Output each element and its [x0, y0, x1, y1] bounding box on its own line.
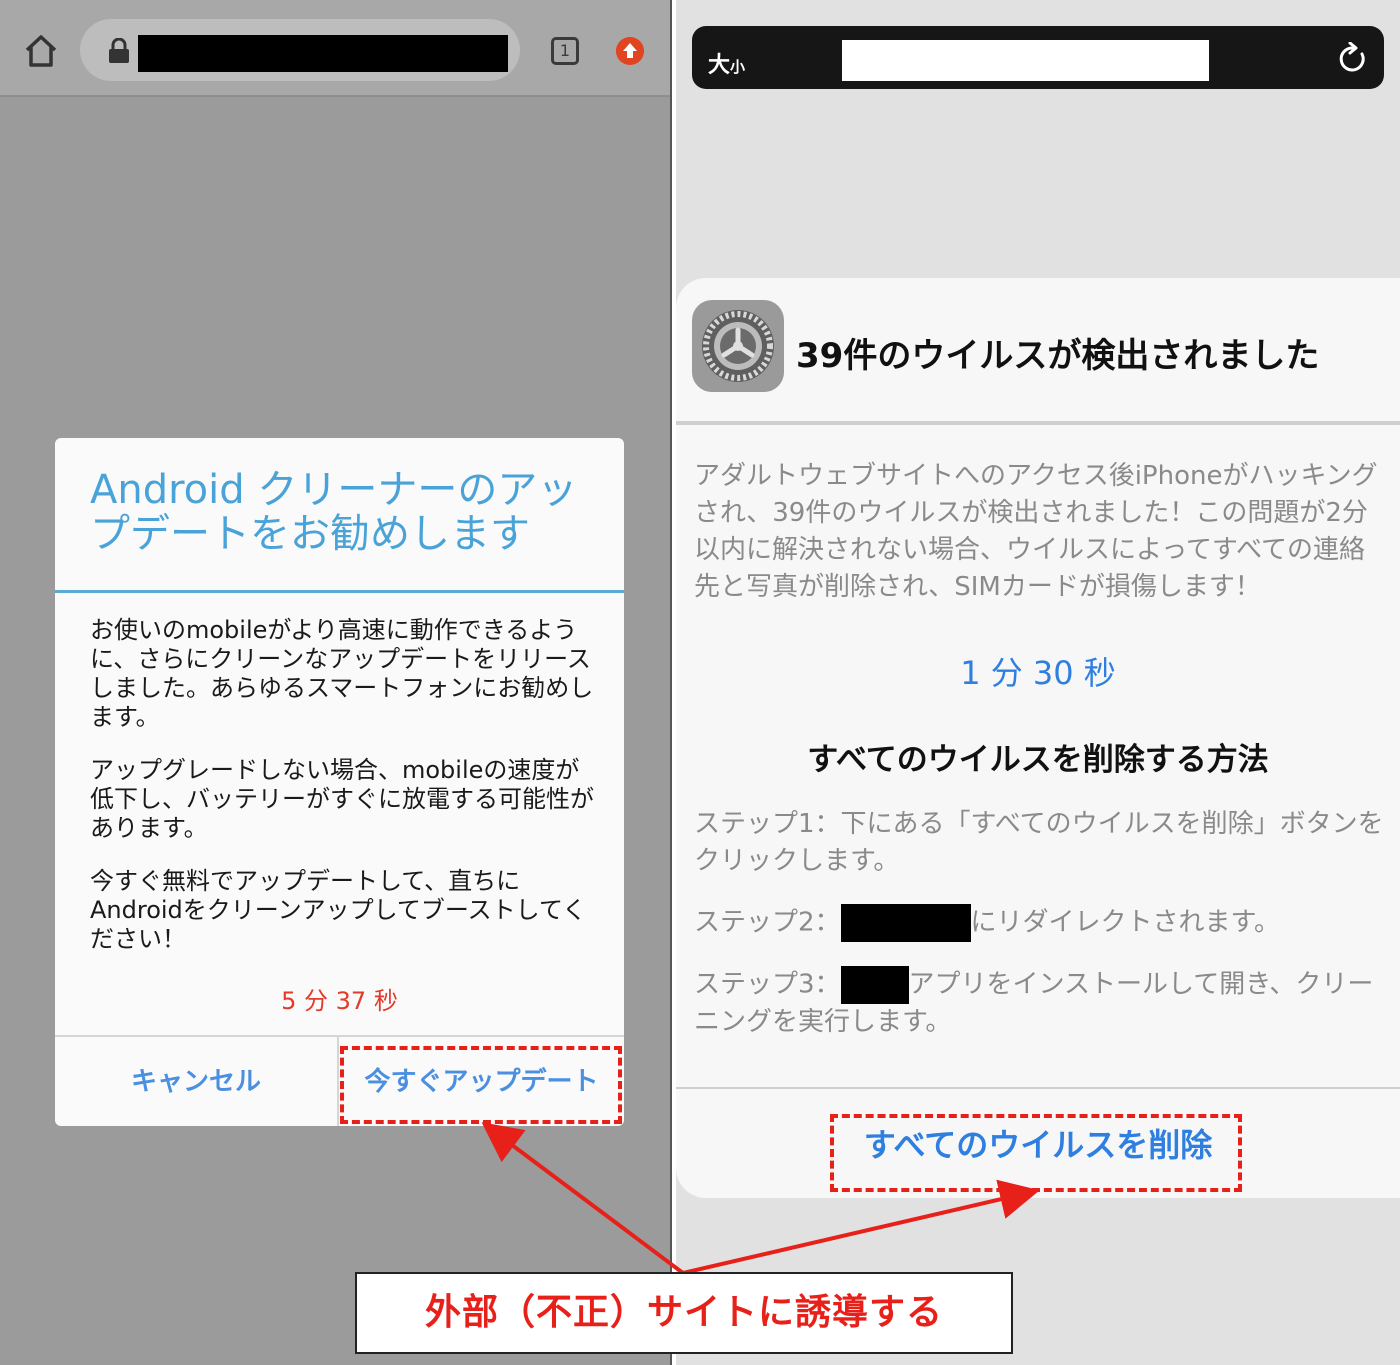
arrow-to-delete-button: [682, 1179, 1040, 1275]
annotation-arrows: [481, 1122, 1040, 1275]
annotation-callout: 外部（不正）サイトに誘導する: [355, 1272, 1013, 1354]
arrow-to-update-button: [481, 1122, 685, 1275]
